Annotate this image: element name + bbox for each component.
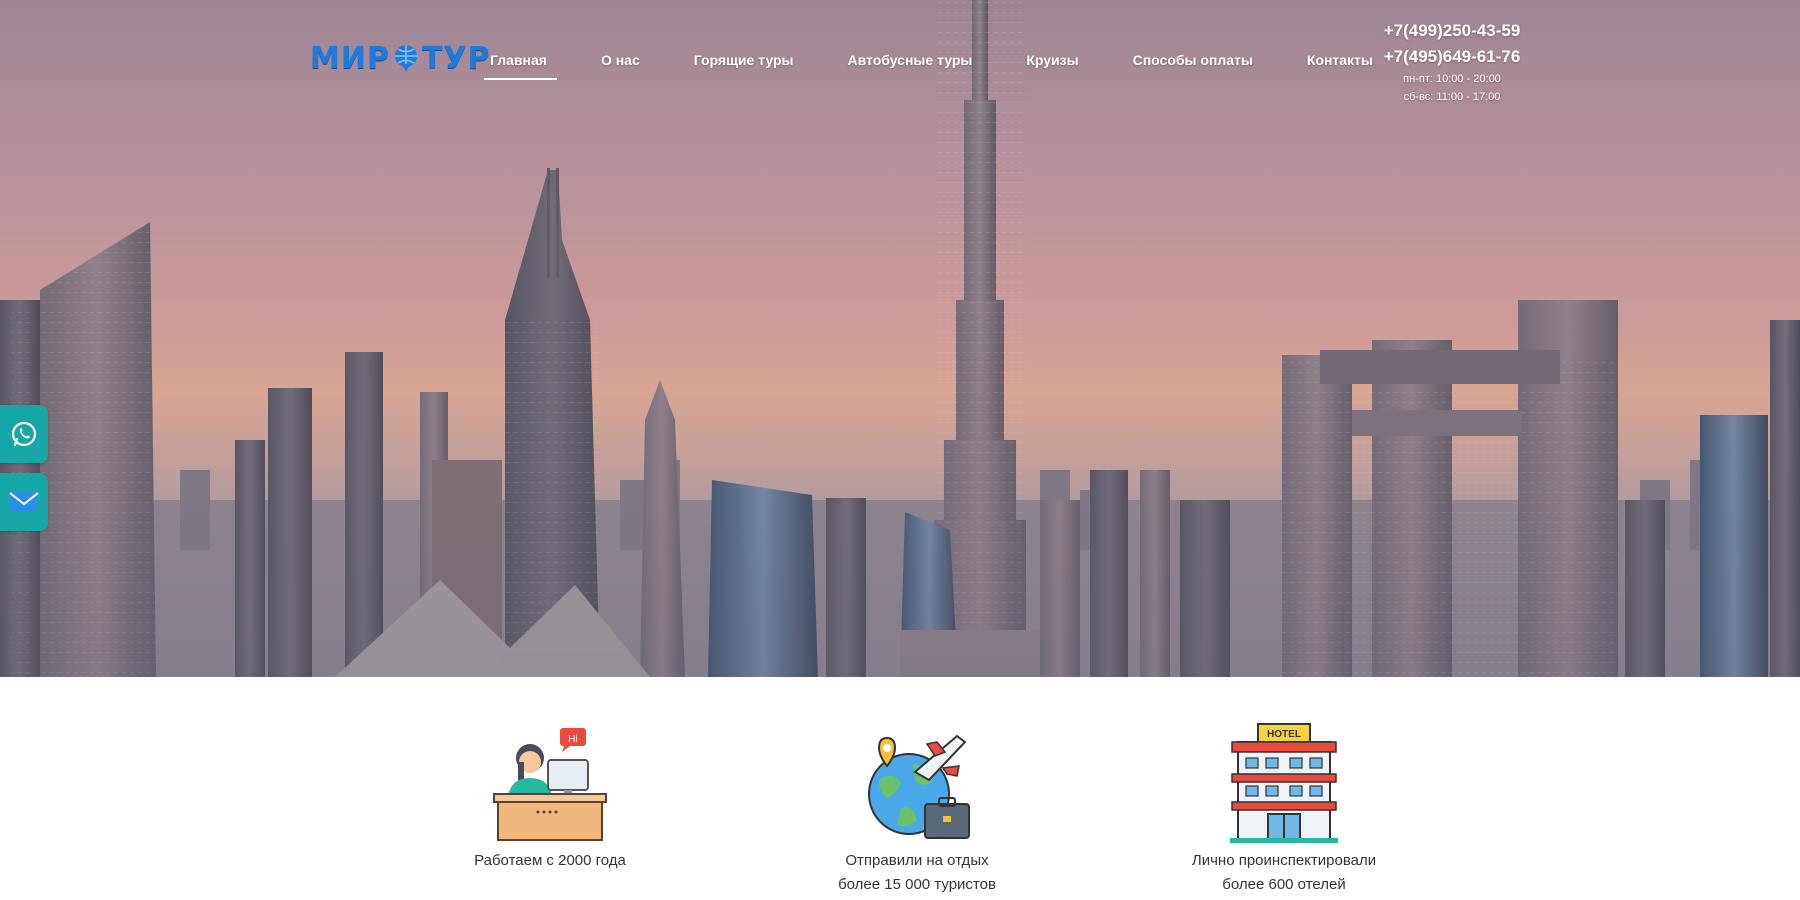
nav-item-hot-tours[interactable]: Горящие туры — [684, 46, 804, 80]
email-button[interactable] — [0, 473, 48, 531]
feature-text-3: Лично проинспектировали более 600 отелей — [1164, 849, 1404, 897]
hotel-icon: HOTEL — [1230, 723, 1338, 843]
phone-link-2[interactable]: +7(495)649-61-76 — [1370, 44, 1534, 70]
hours-weekdays: пн-пт: 10:00 - 20:00 — [1403, 73, 1501, 85]
feature-line-2: более 600 отелей — [1222, 876, 1346, 893]
feature-line-1: Отправили на отдых — [845, 852, 989, 869]
phone-link-1[interactable]: +7(499)250-43-59 — [1370, 18, 1534, 44]
hours-weekend: сб-вс: 11:00 - 17:00 — [1403, 91, 1501, 103]
nav-item-about[interactable]: О нас — [591, 46, 650, 80]
agent-desk-icon: Hi — [493, 728, 607, 841]
feature-text-1: Работаем с 2000 года — [430, 849, 670, 873]
feature-since-2000: Hi Работаем с 2000 года — [430, 720, 670, 873]
features-section: Hi Работаем с 2000 года Отправили на отд… — [0, 720, 1800, 900]
mail-icon — [9, 492, 39, 512]
whatsapp-icon — [11, 421, 37, 447]
header-contacts: +7(499)250-43-59 +7(495)649-61-76 пн-пт:… — [1370, 18, 1534, 106]
whatsapp-button[interactable] — [0, 405, 48, 463]
feature-tourists: Отправили на отдых более 15 000 туристов — [797, 720, 1037, 897]
globe-pin-icon — [394, 45, 417, 72]
globe-plane-icon — [868, 734, 970, 839]
nav-item-bus-tours[interactable]: Автобусные туры — [838, 46, 983, 80]
logo-text-left: МИР — [310, 40, 390, 76]
main-nav: Главная О нас Горящие туры Автобусные ту… — [480, 46, 1417, 80]
nav-item-cruises[interactable]: Круизы — [1016, 46, 1088, 80]
hi-bubble-text: Hi — [568, 734, 577, 745]
feature-text-2: Отправили на отдых более 15 000 туристов — [797, 849, 1037, 897]
nav-item-payment[interactable]: Способы оплаты — [1123, 46, 1263, 80]
feature-line-1: Лично проинспектировали — [1191, 852, 1377, 869]
nav-item-home[interactable]: Главная — [480, 46, 557, 80]
hotel-sign-text: HOTEL — [1267, 729, 1301, 740]
feature-line-1: Работаем с 2000 года — [474, 852, 626, 869]
feature-hotels: HOTEL Лично проинспектировали более 600 … — [1164, 720, 1404, 897]
site-logo[interactable]: МИР ТУР — [310, 38, 491, 78]
feature-line-2: более 15 000 туристов — [838, 876, 996, 893]
